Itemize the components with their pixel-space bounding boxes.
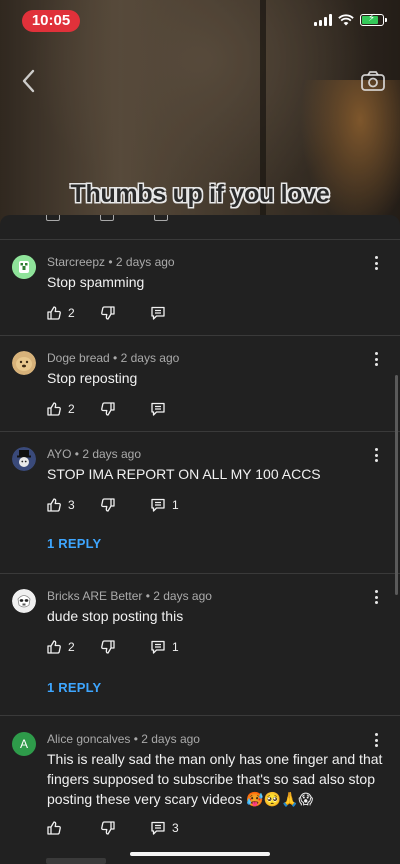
reply-button[interactable]: 1	[150, 496, 179, 514]
comment-actions: 2 1	[46, 638, 246, 656]
dislike-button[interactable]	[100, 819, 116, 837]
reply-icon	[154, 215, 168, 221]
comment-actions: 2	[46, 400, 246, 418]
avatar-doge-icon	[12, 351, 36, 375]
avatar[interactable]	[12, 255, 36, 279]
comment-item: AYO • 2 days ago STOP IMA REPORT ON ALL …	[0, 432, 400, 574]
comment-meta: AYO • 2 days ago	[47, 447, 142, 461]
scrollbar[interactable]	[395, 375, 398, 595]
comments-sheet[interactable]: Starcreepz • 2 days ago Stop spamming 2	[0, 215, 400, 864]
reply-count: 3	[172, 821, 179, 835]
comment-actions: 2	[46, 304, 246, 322]
comment-item: Doge bread • 2 days ago Stop reposting 2	[0, 336, 400, 432]
like-count: 2	[68, 640, 75, 654]
like-button[interactable]	[46, 819, 68, 837]
thumbs-up-icon	[46, 215, 60, 221]
thumbs-down-icon	[101, 402, 115, 416]
reply-button[interactable]: 3	[150, 819, 179, 837]
avatar[interactable]	[12, 589, 36, 613]
thumbs-up-icon	[47, 306, 61, 320]
more-vert-icon[interactable]	[368, 446, 384, 464]
video-caption: Thumbs up if you love	[70, 180, 330, 208]
thumbs-down-icon	[101, 306, 115, 320]
comment-text: Stop reposting	[47, 370, 138, 386]
comment-item: A Alice goncalves • 2 days ago This is r…	[0, 716, 400, 864]
avatar[interactable]	[12, 351, 36, 375]
like-count: 2	[68, 306, 75, 320]
thumbs-down-icon	[100, 215, 114, 221]
reply-button[interactable]	[150, 400, 172, 418]
like-button[interactable]: 2	[46, 400, 75, 418]
reply-icon	[151, 402, 165, 416]
comment-meta: Doge bread • 2 days ago	[47, 351, 180, 365]
thumbs-up-icon	[47, 498, 61, 512]
comment-text: dude stop posting this	[47, 608, 184, 624]
comment-actions: 3	[46, 819, 246, 837]
more-vert-icon[interactable]	[368, 350, 384, 368]
comment-item: Bricks ARE Better • 2 days ago dude stop…	[0, 574, 400, 716]
comment-text: This is really sad the man only has one …	[47, 751, 383, 807]
like-button[interactable]: 2	[46, 304, 75, 322]
signal-icon	[314, 14, 332, 26]
like-button[interactable]: 3	[46, 496, 75, 514]
thumbs-up-icon	[47, 402, 61, 416]
comment-text: Stop spamming	[47, 274, 145, 290]
comment-text: STOP IMA REPORT ON ALL MY 100 ACCS	[47, 466, 321, 482]
dislike-button[interactable]	[100, 496, 116, 514]
next-comment-peek	[46, 858, 106, 864]
avatar[interactable]	[12, 447, 36, 471]
back-arrow-icon[interactable]	[16, 66, 42, 96]
view-replies-link[interactable]: 1 REPLY	[47, 680, 101, 695]
thumbs-down-icon	[101, 498, 115, 512]
dislike-button[interactable]	[100, 638, 116, 656]
reply-button[interactable]: 1	[150, 638, 179, 656]
avatar[interactable]: A	[12, 732, 36, 756]
reply-count: 1	[172, 640, 179, 654]
more-vert-icon[interactable]	[368, 731, 384, 749]
dislike-button[interactable]	[100, 304, 116, 322]
thumbs-down-icon	[101, 821, 115, 835]
reply-icon	[151, 306, 165, 320]
more-vert-icon[interactable]	[368, 588, 384, 606]
avatar-creeper-icon	[12, 255, 36, 279]
wifi-icon	[338, 14, 354, 26]
reply-icon	[151, 821, 165, 835]
reply-icon	[151, 640, 165, 654]
home-indicator[interactable]	[130, 852, 270, 856]
reply-count: 1	[172, 498, 179, 512]
comment-meta: Starcreepz • 2 days ago	[47, 255, 175, 269]
reply-button[interactable]	[150, 304, 172, 322]
dislike-button[interactable]	[100, 400, 116, 418]
comment-item: Starcreepz • 2 days ago Stop spamming 2	[0, 240, 400, 336]
like-count: 3	[68, 498, 75, 512]
thumbs-up-icon	[47, 821, 61, 835]
thumbs-down-icon	[101, 640, 115, 654]
like-count: 2	[68, 402, 75, 416]
camera-icon[interactable]	[360, 70, 386, 92]
status-bar: 10:05 ⚡	[0, 0, 400, 40]
avatar-letter: A	[19, 737, 28, 751]
system-icons: ⚡	[314, 13, 387, 26]
comment-meta: Alice goncalves • 2 days ago	[47, 732, 200, 746]
status-time: 10:05	[22, 10, 80, 32]
like-button[interactable]: 2	[46, 638, 75, 656]
avatar-hat-icon	[12, 447, 36, 471]
comment-actions: 3 1	[46, 496, 246, 514]
battery-icon: ⚡	[360, 13, 387, 26]
view-replies-link[interactable]: 1 REPLY	[47, 536, 101, 551]
avatar-stormtrooper-icon	[12, 589, 36, 613]
more-vert-icon[interactable]	[368, 254, 384, 272]
thumbs-up-icon	[47, 640, 61, 654]
reply-icon	[151, 498, 165, 512]
comment-meta: Bricks ARE Better • 2 days ago	[47, 589, 212, 603]
previous-comment-actions	[46, 215, 168, 221]
